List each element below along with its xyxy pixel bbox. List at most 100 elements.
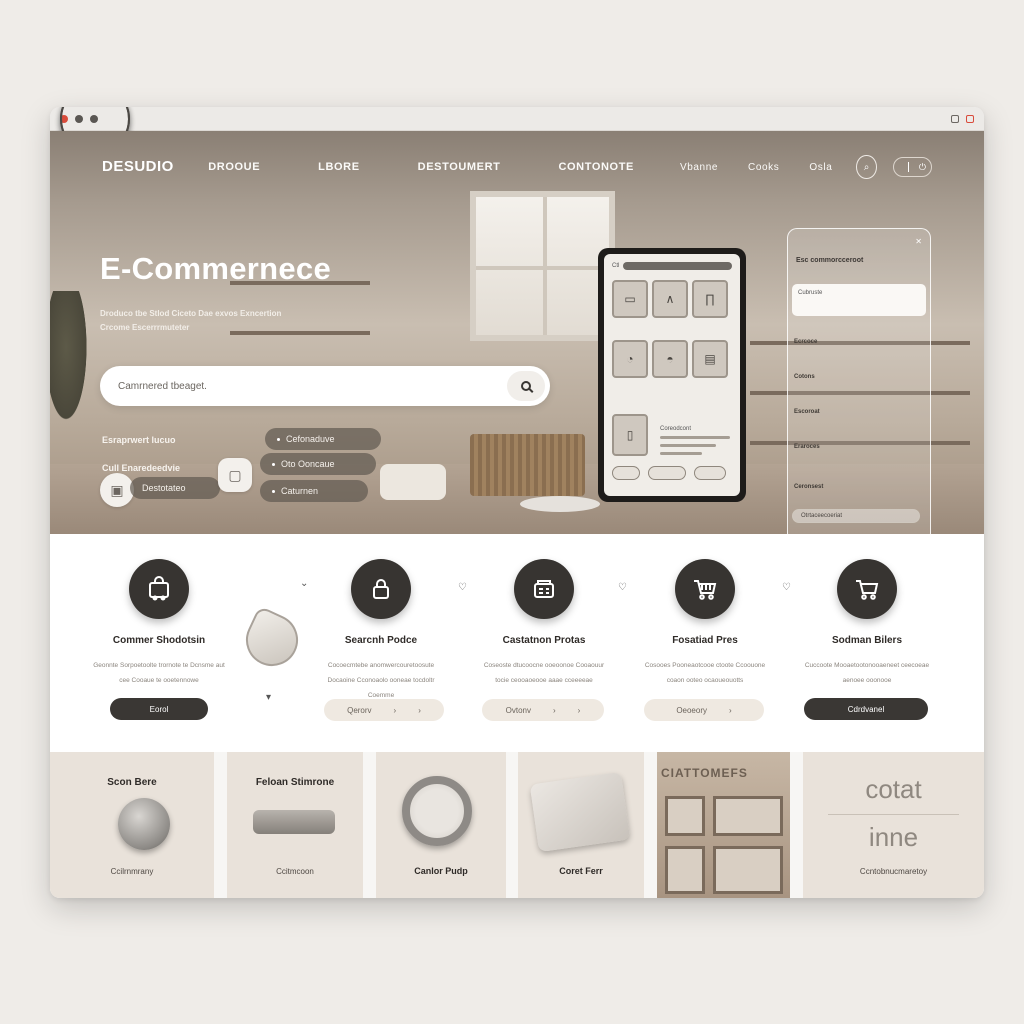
box-icon[interactable]: ▣ [100, 473, 134, 507]
text-line [660, 444, 716, 447]
chevron-right-icon: › [393, 705, 397, 715]
chevron-right-icon: › [729, 705, 732, 715]
feature-title: Searcnh Podce [344, 635, 418, 646]
phone-screen: Ctl ▭ ∧ ∏ ◔ ◓ ▤ ▯ Coreodcont [604, 254, 740, 496]
feature-button-2[interactable]: Qerorv › › [324, 699, 444, 721]
hero-pill-3[interactable]: Oto Ooncaue [260, 453, 376, 475]
glass-item[interactable]: Ceronsest [794, 484, 823, 490]
hero-search-input[interactable] [118, 380, 507, 392]
text-line [660, 436, 730, 439]
bullet-icon [272, 489, 275, 493]
power-icon: ⏻ [918, 161, 926, 172]
feature-button-4[interactable]: Oeoeory › [644, 699, 764, 721]
glass-item[interactable]: Escoroat [794, 409, 820, 415]
card-big-text: cotat [865, 774, 922, 804]
product-card[interactable]: CIATTOMEFS [657, 752, 790, 898]
button-label: Eorol [149, 704, 169, 714]
hero-line-1: Esraprwert lucuo [102, 435, 176, 445]
nav-link-4[interactable]: CONTONOTE [558, 161, 633, 173]
store-window [713, 846, 783, 894]
pill-label: Cefonaduve [286, 434, 335, 444]
arrow-down-icon: ▾ [266, 692, 272, 703]
pill-label: Oto Ooncaue [281, 459, 335, 469]
button-label: Ovtonv [505, 705, 531, 715]
store-window [713, 796, 783, 836]
nav-link-5[interactable]: Vbanne [680, 162, 718, 173]
chevron-right-icon: › [418, 705, 421, 715]
glass-item[interactable]: Eraroces [794, 444, 820, 450]
feature-title: Sodman Bilers [831, 635, 903, 646]
feature-button-1[interactable]: Eorol [110, 698, 208, 720]
phone-bar-label: Ctl [612, 263, 620, 269]
glass-item[interactable]: Ecrcoce [794, 339, 817, 345]
glass-title: Esc commorcceroot [796, 257, 864, 264]
product-tile[interactable]: ∏ [692, 280, 728, 318]
product-card[interactable]: Canlor Pudp [376, 752, 506, 898]
feature-description: Cocoecmtebe anomwercouretoosute Docaoine… [327, 662, 435, 699]
chevron-right-icon: › [577, 705, 581, 715]
basket-image [470, 434, 585, 496]
feature-card: Searcnh Podce Cocoecmtebe anomwercoureto… [301, 534, 461, 703]
nav-link-7[interactable]: Osla [809, 162, 832, 173]
product-tile[interactable]: ▭ [612, 280, 648, 318]
knob-image [118, 798, 170, 850]
button-label: Qerorv [347, 705, 372, 715]
nav-link-3[interactable]: DESTOUMERT [418, 161, 501, 173]
product-card[interactable]: Coret Ferr [518, 752, 644, 898]
close-icon[interactable]: ✕ [915, 237, 922, 246]
store-window [665, 846, 705, 894]
product-card[interactable]: Feloan Stimrone Ccitmcoon [227, 752, 363, 898]
product-tile[interactable]: ◓ [652, 340, 688, 378]
phone-button[interactable] [648, 466, 686, 480]
hero-pill-4[interactable]: Caturnen [260, 480, 368, 502]
cart-icon [675, 559, 735, 619]
phone-bar-fill [623, 262, 732, 270]
feature-button-3[interactable]: Ovtonv › › [482, 699, 604, 721]
package-icon[interactable]: ▢ [218, 458, 252, 492]
button-label: Oeoeory [676, 705, 707, 715]
hero-pill-2[interactable]: Cefonaduve [265, 428, 381, 450]
product-card[interactable]: Scon Bere Ccilrnmrany [50, 752, 214, 898]
usb-image [253, 810, 335, 834]
search-icon[interactable]: ⌕ [856, 155, 877, 179]
phone-text-lines: Coreodcont [660, 426, 730, 460]
hero-title: E-Commernece [100, 251, 332, 286]
product-card[interactable]: cotat inne Ccntobnucmaretoy [803, 752, 984, 898]
card-caption: Coret Ferr [559, 866, 603, 876]
phone-mockup: Ctl ▭ ∧ ∏ ◔ ◓ ▤ ▯ Coreodcont [598, 248, 746, 502]
glass-item[interactable]: Cotons [794, 374, 815, 380]
pill-label: Caturnen [281, 486, 319, 496]
theme-toggle[interactable]: ⏻ [892, 157, 932, 177]
bullet-icon [272, 462, 275, 466]
feature-description: Geonnte Sorpoetoolte trornote te Dcnsme … [93, 662, 225, 684]
store-window [665, 796, 705, 836]
phone-top-bar: Ctl [612, 260, 732, 272]
plant-image [50, 291, 90, 431]
chevron-right-icon: › [553, 705, 556, 715]
card-caption: Ccilrnmrany [110, 867, 154, 876]
nav-link-6[interactable]: Cooks [748, 162, 779, 173]
glass-input[interactable]: Otrtaceecoeriat [792, 509, 920, 523]
feature-card: Fosatiad Pres Cosooes Pooneaotcooe ctoot… [625, 534, 785, 688]
nav-link-2[interactable]: LBORE [318, 161, 360, 173]
product-tile[interactable]: ◔ [612, 340, 648, 378]
card-title: Feloan Stimrone [255, 777, 335, 788]
product-tile[interactable]: ∧ [652, 280, 688, 318]
feature-button-5[interactable]: Cdrdvanel [804, 698, 928, 720]
phone-button[interactable] [612, 466, 640, 480]
glass-field[interactable]: Cubruste [792, 284, 926, 316]
window-menu-icon[interactable] [951, 114, 959, 123]
search-icon [521, 381, 531, 391]
feature-description: Cosooes Pooneaotcooe ctoote Ccoouone coa… [644, 662, 766, 684]
product-tile[interactable]: ▤ [692, 340, 728, 378]
window-close-icon[interactable] [966, 114, 974, 123]
brand-logo[interactable]: DESUDIO [102, 158, 208, 176]
hero-pill-1[interactable]: Destotateo [130, 477, 220, 499]
register-icon [514, 559, 574, 619]
product-tile[interactable]: ▯ [612, 414, 648, 456]
hero-search-button[interactable] [507, 371, 545, 401]
nav-link-1[interactable]: DROOUE [208, 161, 260, 173]
card-title: Scon Bere [107, 777, 157, 788]
phone-button[interactable] [694, 466, 726, 480]
feature-title: Commer Shodotsin [112, 635, 206, 646]
